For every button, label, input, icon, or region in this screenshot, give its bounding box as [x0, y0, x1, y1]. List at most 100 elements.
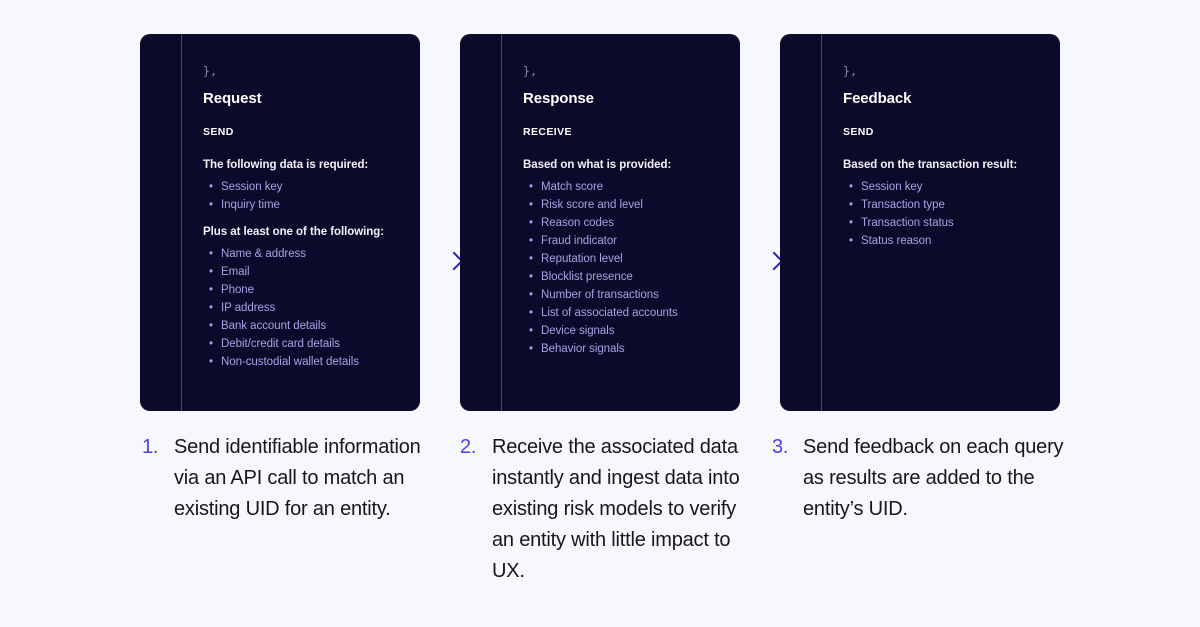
- list-item-label: Reason codes: [541, 217, 614, 229]
- bullet-icon: •: [209, 181, 213, 193]
- bullet-icon: •: [529, 271, 533, 283]
- list-item: • Session key: [843, 178, 954, 196]
- card-section-list: • Name & address • Email • Phone • IP addres…: [203, 245, 359, 371]
- list-item: • Number of transactions: [523, 286, 678, 304]
- card-accent-rail: [821, 34, 823, 411]
- list-item-label: Debit/credit card details: [221, 338, 340, 350]
- list-item: • Fraud indicator: [523, 232, 678, 250]
- caption-text: Receive the associated data instantly an…: [492, 436, 740, 582]
- card-section-list: • Session key • Inquiry time: [203, 178, 283, 214]
- list-item-label: Name & address: [221, 248, 306, 260]
- card-title: Feedback: [843, 90, 912, 107]
- bullet-icon: •: [529, 307, 533, 319]
- bullet-icon: •: [849, 217, 853, 229]
- list-item: • Inquiry time: [203, 196, 282, 214]
- bullet-icon: •: [529, 343, 533, 355]
- code-brace-glyph: },: [523, 64, 538, 78]
- list-item-label: Email: [221, 266, 250, 278]
- list-item: • Bank account details: [203, 317, 359, 335]
- list-item: • List of associated accounts: [523, 304, 678, 322]
- list-item: • Transaction status: [843, 214, 954, 232]
- list-item: • Reputation level: [523, 250, 678, 268]
- bullet-icon: •: [529, 199, 533, 211]
- list-item: • Status reason: [843, 232, 954, 250]
- api-flow-diagram: }, Request SEND The following data is re…: [0, 0, 1200, 627]
- list-item: • Session key: [203, 178, 283, 196]
- list-item-label: Phone: [221, 284, 255, 296]
- list-item-label: Status reason: [861, 235, 932, 247]
- bullet-icon: •: [529, 253, 533, 265]
- list-item: • Reason codes: [523, 214, 678, 232]
- list-item-label: Blocklist presence: [541, 271, 633, 283]
- list-item: • Name & address: [203, 245, 359, 263]
- card-section-lead: The following data is required:: [203, 159, 369, 171]
- list-item-label: Reputation level: [541, 253, 623, 265]
- caption-step-3: 3. Send feedback on each query as result…: [772, 432, 1072, 525]
- bullet-icon: •: [209, 338, 213, 350]
- bullet-icon: •: [209, 302, 213, 314]
- code-brace-glyph: },: [843, 64, 858, 78]
- list-item: • Device signals: [523, 322, 678, 340]
- bullet-icon: •: [209, 284, 213, 296]
- caption-number: 2.: [460, 436, 477, 458]
- list-item: • IP address: [203, 299, 359, 317]
- list-item-label: Match score: [541, 181, 604, 193]
- caption-text: Send feedback on each query as results a…: [803, 436, 1064, 520]
- bullet-icon: •: [529, 217, 533, 229]
- bullet-icon: •: [529, 325, 533, 337]
- card-title: Response: [523, 90, 594, 107]
- card-feedback: }, Feedback SEND Based on the transactio…: [780, 34, 1060, 411]
- card-section-lead: Based on what is provided:: [523, 159, 672, 171]
- bullet-icon: •: [529, 235, 533, 247]
- bullet-icon: •: [209, 356, 213, 368]
- caption-step-2: 2. Receive the associated data instantly…: [460, 432, 760, 587]
- list-item-label: Device signals: [541, 325, 615, 337]
- card-accent-rail: [501, 34, 503, 411]
- card-response: }, Response RECEIVE Based on what is pro…: [460, 34, 740, 411]
- card-section-lead: Based on the transaction result:: [843, 159, 1018, 171]
- cards-row: }, Request SEND The following data is re…: [140, 34, 1060, 411]
- card-body: }, Response RECEIVE Based on what is pro…: [523, 34, 728, 411]
- caption-step-1: 1. Send identifiable information via an …: [142, 432, 442, 525]
- list-item: • Non-custodial wallet details: [203, 353, 359, 371]
- list-item: • Email: [203, 263, 359, 281]
- list-item: • Behavior signals: [523, 340, 678, 358]
- list-item-label: Non-custodial wallet details: [221, 356, 359, 368]
- bullet-icon: •: [209, 248, 213, 260]
- bullet-icon: •: [209, 199, 213, 211]
- caption-number: 3.: [772, 436, 789, 458]
- list-item-label: List of associated accounts: [541, 307, 678, 319]
- card-title: Request: [203, 90, 262, 107]
- list-item-label: Risk score and level: [541, 199, 643, 211]
- list-item-label: Behavior signals: [541, 343, 625, 355]
- card-body: }, Request SEND The following data is re…: [203, 34, 408, 411]
- bullet-icon: •: [209, 266, 213, 278]
- list-item: • Blocklist presence: [523, 268, 678, 286]
- card-request: }, Request SEND The following data is re…: [140, 34, 420, 411]
- bullet-icon: •: [209, 320, 213, 332]
- caption-text: Send identifiable information via an API…: [174, 436, 421, 520]
- card-method-label: SEND: [203, 126, 234, 138]
- list-item-label: IP address: [221, 302, 276, 314]
- bullet-icon: •: [529, 181, 533, 193]
- list-item: • Match score: [523, 178, 678, 196]
- bullet-icon: •: [529, 289, 533, 301]
- card-section-lead: Plus at least one of the following:: [203, 226, 384, 238]
- caption-number: 1.: [142, 436, 159, 458]
- card-method-label: SEND: [843, 126, 874, 138]
- captions-row: 1. Send identifiable information via an …: [140, 432, 1070, 612]
- bullet-icon: •: [849, 235, 853, 247]
- bullet-icon: •: [849, 199, 853, 211]
- list-item-label: Fraud indicator: [541, 235, 617, 247]
- card-body: }, Feedback SEND Based on the transactio…: [843, 34, 1048, 411]
- list-item: • Transaction type: [843, 196, 954, 214]
- list-item-label: Inquiry time: [221, 199, 280, 211]
- list-item-label: Bank account details: [221, 320, 327, 332]
- list-item-label: Session key: [861, 181, 923, 193]
- code-brace-glyph: },: [203, 64, 218, 78]
- list-item: • Debit/credit card details: [203, 335, 359, 353]
- list-item: • Phone: [203, 281, 359, 299]
- list-item-label: Transaction type: [861, 199, 945, 211]
- card-method-label: RECEIVE: [523, 126, 572, 138]
- card-accent-rail: [181, 34, 183, 411]
